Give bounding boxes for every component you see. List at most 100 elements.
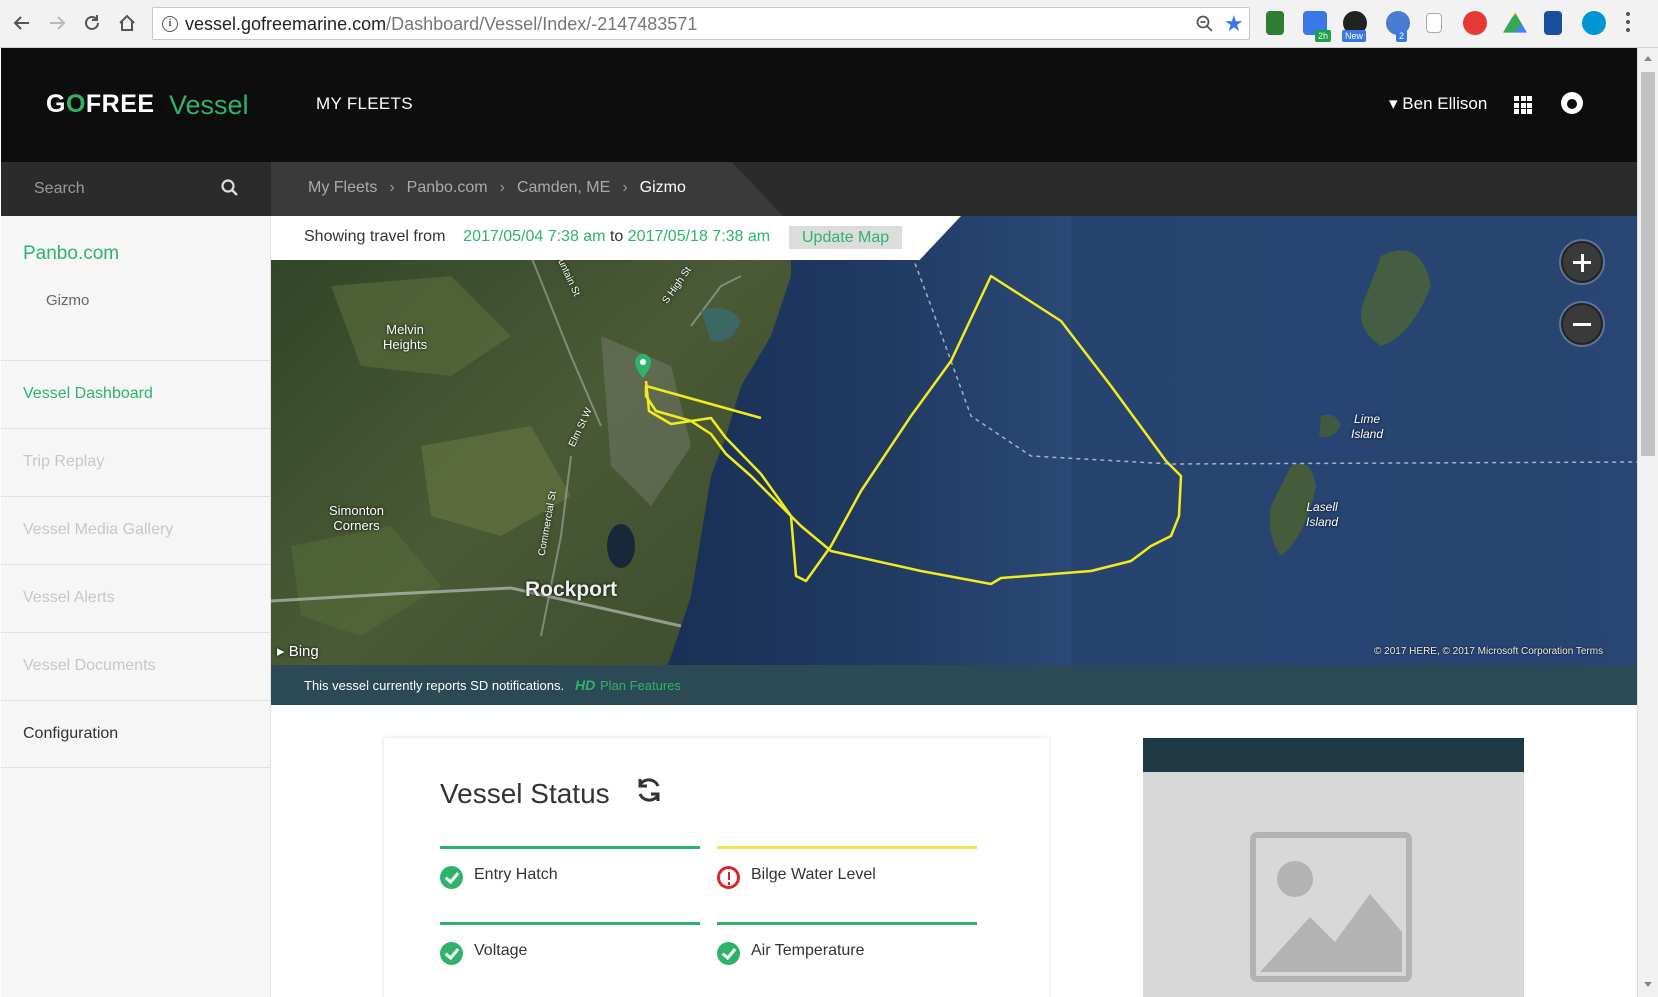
media-card-header bbox=[1143, 738, 1524, 772]
breadcrumb-separator: › bbox=[499, 179, 505, 196]
status-item-bilge-water-level[interactable]: Bilge Water Level bbox=[717, 846, 977, 889]
check-circle-icon bbox=[440, 942, 463, 965]
vessel-media-card[interactable] bbox=[1143, 738, 1524, 997]
extension-evernote-icon[interactable] bbox=[1266, 11, 1284, 35]
forward-icon[interactable] bbox=[45, 11, 69, 35]
status-bar bbox=[717, 922, 977, 925]
map-label-melvin-heights: Melvin Heights bbox=[383, 322, 428, 352]
status-label: Air Temperature bbox=[751, 942, 865, 959]
zoom-in-button[interactable] bbox=[1561, 241, 1603, 283]
alert-circle-icon bbox=[717, 866, 740, 889]
notification-plan-bar: This vessel currently reports SD notific… bbox=[271, 665, 1637, 705]
scroll-up-arrow-icon[interactable] bbox=[1644, 56, 1652, 61]
sidebar: Panbo.com Gizmo Vessel Dashboard Trip Re… bbox=[1, 216, 271, 997]
breadcrumb-item[interactable]: Camden, ME bbox=[517, 179, 610, 196]
extension-badge: New bbox=[1342, 30, 1367, 42]
my-fleets-link[interactable]: MY FLEETS bbox=[316, 94, 413, 114]
sidebar-item-vessel-dashboard[interactable]: Vessel Dashboard bbox=[1, 360, 271, 428]
user-menu[interactable]: ▾ Ben Ellison bbox=[1389, 94, 1487, 114]
status-item-air-temperature[interactable]: Air Temperature bbox=[717, 922, 977, 965]
sidebar-item-label: Vessel Alerts bbox=[23, 589, 115, 606]
extension-badge: 2 bbox=[1396, 30, 1408, 42]
satellite-map-image bbox=[271, 216, 1637, 705]
trip-map[interactable]: Melvin Heights Simonton Corners Rockport… bbox=[271, 216, 1637, 705]
address-bar[interactable]: i vessel.gofreemarine.com/Dashboard/Vess… bbox=[152, 7, 1250, 40]
status-bar bbox=[440, 846, 700, 849]
reload-icon[interactable] bbox=[80, 11, 104, 35]
status-label: Bilge Water Level bbox=[751, 866, 876, 883]
status-label: Entry Hatch bbox=[474, 866, 558, 883]
sidebar-item-vessel-media-gallery[interactable]: Vessel Media Gallery bbox=[1, 496, 271, 564]
breadcrumb-separator: › bbox=[622, 179, 628, 196]
chevron-down-icon: ▾ bbox=[1389, 94, 1398, 113]
sidebar-item-label: Vessel Dashboard bbox=[23, 385, 153, 402]
search-icon[interactable] bbox=[221, 179, 238, 201]
hd-badge-icon: HD bbox=[575, 677, 596, 693]
map-copyright[interactable]: © 2017 HERE, © 2017 Microsoft Corporatio… bbox=[1374, 646, 1603, 657]
google-drive-icon[interactable] bbox=[1503, 12, 1527, 33]
travel-range-text: Showing travel from 2017/05/04 7:38 am t… bbox=[304, 228, 771, 245]
sidebar-item-configuration[interactable]: Configuration bbox=[1, 700, 271, 768]
url-text[interactable]: vessel.gofreemarine.com/Dashboard/Vessel… bbox=[185, 14, 697, 35]
apps-grid-icon[interactable] bbox=[1514, 96, 1532, 114]
sidebar-item-label: Vessel Media Gallery bbox=[23, 521, 174, 538]
travel-to-date[interactable]: 2017/05/18 7:38 am bbox=[628, 228, 770, 245]
status-label: Voltage bbox=[474, 942, 528, 959]
extension-bookmark-icon[interactable] bbox=[1544, 11, 1562, 35]
check-circle-icon bbox=[717, 942, 740, 965]
gofree-logo[interactable]: GOFREE bbox=[46, 90, 155, 119]
notification-plan-text: This vessel currently reports SD notific… bbox=[304, 678, 565, 693]
hp-icon[interactable] bbox=[1582, 11, 1606, 35]
sub-bar: My Fleets › Panbo.com › Camden, ME › Gizmo bbox=[1, 162, 1637, 216]
vessel-status-card: Vessel Status Entry Hatch Bilge Water Le… bbox=[384, 738, 1049, 997]
page-scrollbar[interactable] bbox=[1637, 48, 1658, 997]
vessel-status-title: Vessel Status bbox=[440, 778, 610, 809]
search-input[interactable] bbox=[34, 177, 224, 201]
breadcrumb-separator: › bbox=[389, 179, 395, 196]
home-icon[interactable] bbox=[115, 11, 139, 35]
info-icon[interactable]: i bbox=[162, 16, 178, 32]
sidebar-item-trip-replay[interactable]: Trip Replay bbox=[1, 428, 271, 496]
scroll-thumb[interactable] bbox=[1641, 72, 1655, 456]
map-label-lime-island: Lime Island bbox=[1351, 412, 1384, 441]
update-map-button[interactable]: Update Map bbox=[789, 226, 903, 249]
extension-badge: 2h bbox=[1315, 30, 1332, 42]
map-label-lasell-island: Lasell Island bbox=[1306, 500, 1339, 529]
travel-range-bar: Showing travel from 2017/05/04 7:38 am t… bbox=[271, 216, 961, 260]
sidebar-item-vessel-documents[interactable]: Vessel Documents bbox=[1, 632, 271, 700]
vessel-product-label: Vessel bbox=[169, 90, 249, 120]
bookmark-star-icon[interactable]: ★ bbox=[1224, 13, 1244, 35]
breadcrumb-current: Gizmo bbox=[639, 179, 686, 196]
browser-toolbar: i vessel.gofreemarine.com/Dashboard/Vess… bbox=[0, 0, 1658, 48]
breadcrumb: My Fleets › Panbo.com › Camden, ME › Gizmo bbox=[308, 179, 686, 197]
sidebar-item-label: Trip Replay bbox=[23, 453, 105, 470]
search-box bbox=[1, 162, 271, 216]
map-label-simonton-corners: Simonton Corners bbox=[329, 503, 384, 533]
sidebar-item-vessel-alerts[interactable]: Vessel Alerts bbox=[1, 564, 271, 632]
account-icon[interactable] bbox=[1561, 92, 1583, 114]
zoom-out-button[interactable] bbox=[1561, 303, 1603, 345]
back-icon[interactable] bbox=[10, 11, 34, 35]
breadcrumb-item[interactable]: My Fleets bbox=[308, 179, 377, 196]
sidebar-item-label: Vessel Documents bbox=[23, 657, 156, 674]
sidebar-item-label: Configuration bbox=[23, 725, 119, 742]
extension-doc-icon[interactable] bbox=[1426, 13, 1442, 33]
sidebar-fleet-name[interactable]: Panbo.com bbox=[23, 243, 119, 265]
plan-features-link[interactable]: Plan Features bbox=[600, 678, 681, 693]
status-bar bbox=[717, 846, 977, 849]
sidebar-vessel-name[interactable]: Gizmo bbox=[46, 292, 89, 309]
breadcrumb-item[interactable]: Panbo.com bbox=[407, 179, 488, 196]
refresh-icon[interactable] bbox=[634, 775, 664, 810]
app-header: GOFREE Vessel MY FLEETS ▾ Ben Ellison bbox=[1, 48, 1637, 162]
status-item-entry-hatch[interactable]: Entry Hatch bbox=[440, 846, 700, 889]
extension-fake-icon[interactable] bbox=[1463, 11, 1487, 35]
zoom-icon[interactable] bbox=[1196, 15, 1214, 38]
map-label-rockport: Rockport bbox=[525, 578, 618, 601]
travel-from-date[interactable]: 2017/05/04 7:38 am bbox=[463, 228, 605, 245]
status-bar bbox=[440, 922, 700, 925]
scroll-down-arrow-icon[interactable] bbox=[1644, 982, 1652, 987]
chrome-menu-icon[interactable] bbox=[1626, 12, 1632, 36]
status-item-voltage[interactable]: Voltage bbox=[440, 922, 700, 965]
check-circle-icon bbox=[440, 866, 463, 889]
bing-attribution[interactable]: ▸ Bing bbox=[277, 642, 319, 660]
